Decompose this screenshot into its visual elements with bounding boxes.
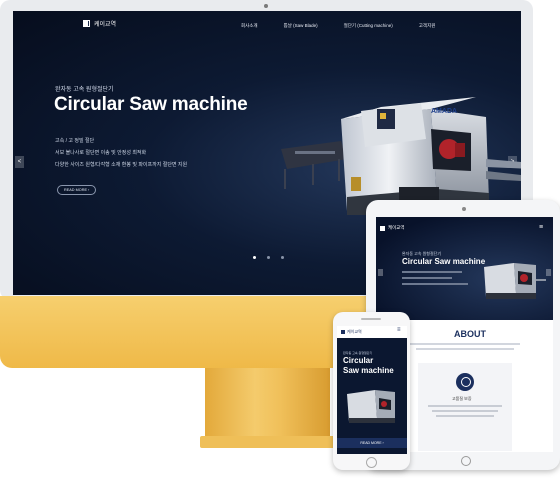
read-more-label: READ MORE	[360, 441, 382, 445]
imac-foot	[200, 436, 336, 448]
phone-headline-line: Circular	[343, 356, 374, 365]
menu-icon[interactable]: ≡	[539, 224, 543, 231]
hero-subtitle: 완자동 고속 원형절단기	[55, 87, 114, 93]
tablet-home-button[interactable]	[461, 456, 471, 466]
hero-bullet: 서보 볼나사로 절단면 이송 및 안정성 최적화	[55, 150, 147, 156]
phone-hero-headline: Circular Saw machine	[343, 356, 394, 376]
hero-bullet: 다양한 사이즈 원형/다각형 소재 환봉 및 파이프까지 절단면 지원	[55, 162, 188, 168]
imac-stand	[205, 367, 330, 439]
feature-card-text-line	[432, 410, 498, 412]
carousel-dot[interactable]	[267, 256, 270, 259]
phone-home-button[interactable]	[366, 457, 377, 468]
tablet-machine-image	[484, 263, 546, 299]
main-nav: 회사소개 톱날 (Saw Blade) 절단기 (Cutting machine…	[241, 23, 435, 29]
logo-text: 케이교역	[347, 329, 362, 334]
logo-text: 케이교역	[388, 225, 405, 230]
nav-item-cutting-machine[interactable]: 절단기 (Cutting machine)	[344, 23, 393, 29]
tablet-hero-headline: Circular Saw machine	[402, 257, 486, 266]
phone-headline-line: Saw machine	[343, 366, 394, 375]
menu-icon[interactable]: ≡	[397, 327, 401, 333]
logo-icon	[341, 330, 345, 334]
tablet-carousel-prev-button[interactable]	[378, 269, 383, 276]
tablet-hero-bullet-line	[402, 277, 452, 279]
tablet-logo[interactable]: 케이교역	[380, 225, 405, 231]
chevron-left-icon: <	[17, 159, 22, 165]
phone-speaker	[361, 318, 381, 320]
logo-text: 케이교역	[94, 22, 117, 28]
hero-bullet: 고속 / 고 정밀 절단	[55, 138, 95, 144]
nav-item-saw-blade[interactable]: 톱날 (Saw Blade)	[284, 23, 318, 29]
tablet-camera-icon	[462, 207, 466, 211]
nav-item-support[interactable]: 고객지원	[419, 23, 436, 29]
phone-hero-subtitle: 완자동 고속 원형절단기	[343, 351, 373, 355]
read-more-label: READ MORE	[64, 188, 87, 192]
badge-icon	[456, 373, 474, 391]
about-text-line	[410, 343, 520, 345]
logo-icon	[380, 225, 385, 231]
hero-bullets: 고속 / 고 정밀 절단 서보 볼나사로 절단면 이송 및 안정성 최적화 다양…	[55, 135, 187, 171]
phone-logo[interactable]: 케이교역	[341, 329, 362, 335]
phone-machine-image	[347, 390, 395, 423]
about-text-line	[416, 348, 514, 350]
site-logo[interactable]: 케이교역	[83, 19, 116, 28]
read-more-button[interactable]: READ MORE ›	[57, 185, 97, 195]
phone-read-more-button[interactable]: READ MORE ›	[337, 438, 407, 448]
hero-headline: Circular Saw machine	[54, 94, 248, 115]
svg-text:AMADA: AMADA	[431, 108, 457, 115]
tablet-hero-bullet-line	[402, 271, 462, 273]
tablet-hero-bullet-line	[402, 283, 468, 285]
carousel-dot[interactable]	[253, 256, 256, 259]
phone-screen: 케이교역 ≡ 완자동 고속 원형절단기 Circular Saw machine…	[337, 326, 407, 454]
about-title: ABOUT	[454, 329, 486, 339]
nav-item-company[interactable]: 회사소개	[241, 23, 258, 29]
feature-card-text-line	[436, 415, 494, 417]
carousel-prev-button[interactable]: <	[15, 156, 24, 168]
logo-icon	[83, 20, 90, 27]
tablet-carousel-next-button[interactable]	[546, 269, 551, 276]
feature-card-title: 고품질 보증	[452, 396, 472, 401]
camera-icon	[264, 4, 268, 8]
feature-card-text-line	[428, 405, 502, 407]
carousel-dot[interactable]	[281, 256, 284, 259]
feature-card: 고품질 보증	[418, 363, 512, 451]
